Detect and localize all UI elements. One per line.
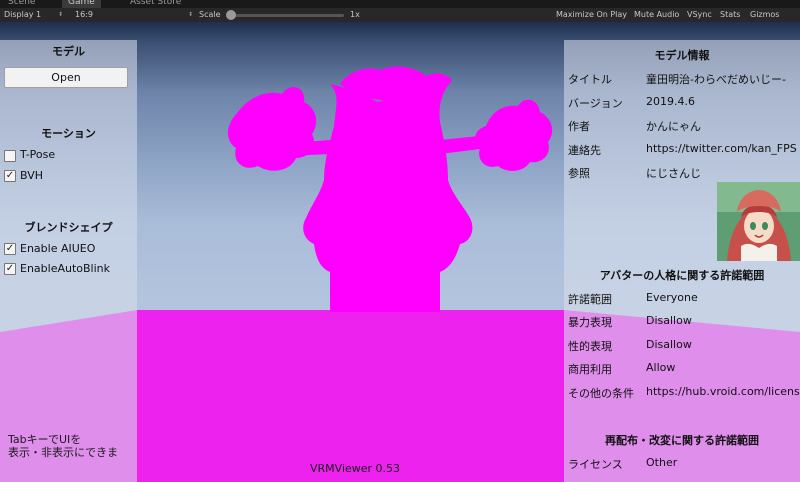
perm-key-violence: 暴力表現	[568, 316, 612, 329]
right-info-panel: モデル情報 タイトル 童田明治-わらべだめいじー- バージョン 2019.4.6…	[564, 40, 800, 482]
info-key-reference: 参照	[568, 167, 590, 180]
perm-key-allowed-user: 許諾範囲	[568, 293, 612, 306]
perm-value-commercial: Allow	[646, 361, 676, 374]
tab-game[interactable]: Game	[62, 0, 101, 8]
viewer-version: VRMViewer 0.53	[310, 462, 401, 475]
motion-heading: モーション	[41, 127, 96, 140]
game-viewport: モデル Open モーション T-Pose ✓ BVH ブレンドシェイプ ✓ E…	[0, 22, 800, 482]
tab-asset-store[interactable]: Asset Store	[124, 0, 187, 8]
scale-label: Scale	[199, 10, 221, 19]
display-select-arrow-icon: ⬍	[58, 11, 64, 18]
info-key-title: タイトル	[568, 73, 612, 86]
enable-aiueo-label: Enable AIUEO	[20, 242, 96, 255]
left-control-panel: モデル Open モーション T-Pose ✓ BVH ブレンドシェイプ ✓ E…	[0, 40, 137, 482]
perm-value-sexual: Disallow	[646, 338, 692, 351]
enable-aiueo-checkbox[interactable]: ✓	[4, 243, 16, 255]
tpose-checkbox[interactable]	[4, 150, 16, 162]
scale-value: 1x	[350, 10, 360, 19]
editor-tab-bar: Scene Game Asset Store	[0, 0, 800, 8]
info-key-version: バージョン	[568, 97, 623, 110]
enable-autoblink-checkbox[interactable]: ✓	[4, 263, 16, 275]
display-select[interactable]: Display 1	[4, 10, 41, 20]
model-heading: モデル	[52, 45, 85, 58]
ui-toggle-hint: TabキーでUIを 表示・非表示にできま	[8, 433, 118, 459]
perm-key-other: その他の条件	[568, 387, 634, 400]
tpose-label: T-Pose	[20, 148, 56, 161]
info-key-contact: 連絡先	[568, 144, 601, 157]
scale-slider-track[interactable]	[232, 14, 344, 17]
perm-value-allowed-user: Everyone	[646, 291, 698, 304]
aspect-select-arrow-icon: ⬍	[188, 11, 194, 18]
perm-key-sexual: 性的表現	[568, 340, 612, 353]
blendshape-heading: ブレンドシェイプ	[24, 221, 113, 234]
game-view-toolbar: Display 1 ⬍ 16:9 ⬍ Scale 1x Maximize On …	[0, 8, 800, 22]
hint-line-1: TabキーでUIを	[8, 433, 82, 446]
enable-autoblink-label: EnableAutoBlink	[20, 262, 111, 275]
check-mark-icon: ✓	[5, 170, 15, 181]
perm-value-other-link[interactable]: https://hub.vroid.com/license?a	[646, 385, 800, 398]
model-thumbnail	[717, 182, 800, 261]
info-key-author: 作者	[568, 120, 590, 133]
info-value-author: かんにゃん	[646, 120, 701, 133]
mute-audio-toggle[interactable]: Mute Audio	[634, 10, 679, 20]
redist-value-license: Other	[646, 456, 678, 469]
persona-permissions-heading: アバターの人格に関する許諾範囲	[599, 269, 765, 282]
aspect-select[interactable]: 16:9	[75, 10, 93, 20]
check-mark-icon: ✓	[5, 263, 15, 274]
tab-scene[interactable]: Scene	[2, 0, 41, 8]
model-info-heading: モデル情報	[654, 49, 710, 62]
maximize-on-play-toggle[interactable]: Maximize On Play	[556, 10, 627, 20]
gizmos-menu[interactable]: Gizmos	[750, 10, 779, 20]
vsync-toggle[interactable]: VSync	[687, 10, 712, 20]
open-button[interactable]: Open	[4, 67, 128, 88]
check-mark-icon: ✓	[5, 243, 15, 254]
scale-slider-handle[interactable]	[226, 10, 236, 20]
bvh-checkbox[interactable]: ✓	[4, 170, 16, 182]
redist-key-license: ライセンス	[568, 458, 623, 471]
info-value-title: 童田明治-わらべだめいじー-	[646, 73, 786, 86]
hint-line-2: 表示・非表示にできま	[8, 446, 118, 459]
info-value-contact: https://twitter.com/kan_FPS	[646, 142, 797, 155]
bvh-label: BVH	[20, 169, 44, 182]
stats-toggle[interactable]: Stats	[720, 10, 740, 20]
redistribution-heading: 再配布・改変に関する許諾範囲	[605, 434, 759, 447]
perm-value-violence: Disallow	[646, 314, 692, 327]
info-value-version: 2019.4.6	[646, 95, 695, 108]
perm-key-commercial: 商用利用	[568, 363, 612, 376]
info-value-reference: にじさんじ	[646, 167, 701, 180]
